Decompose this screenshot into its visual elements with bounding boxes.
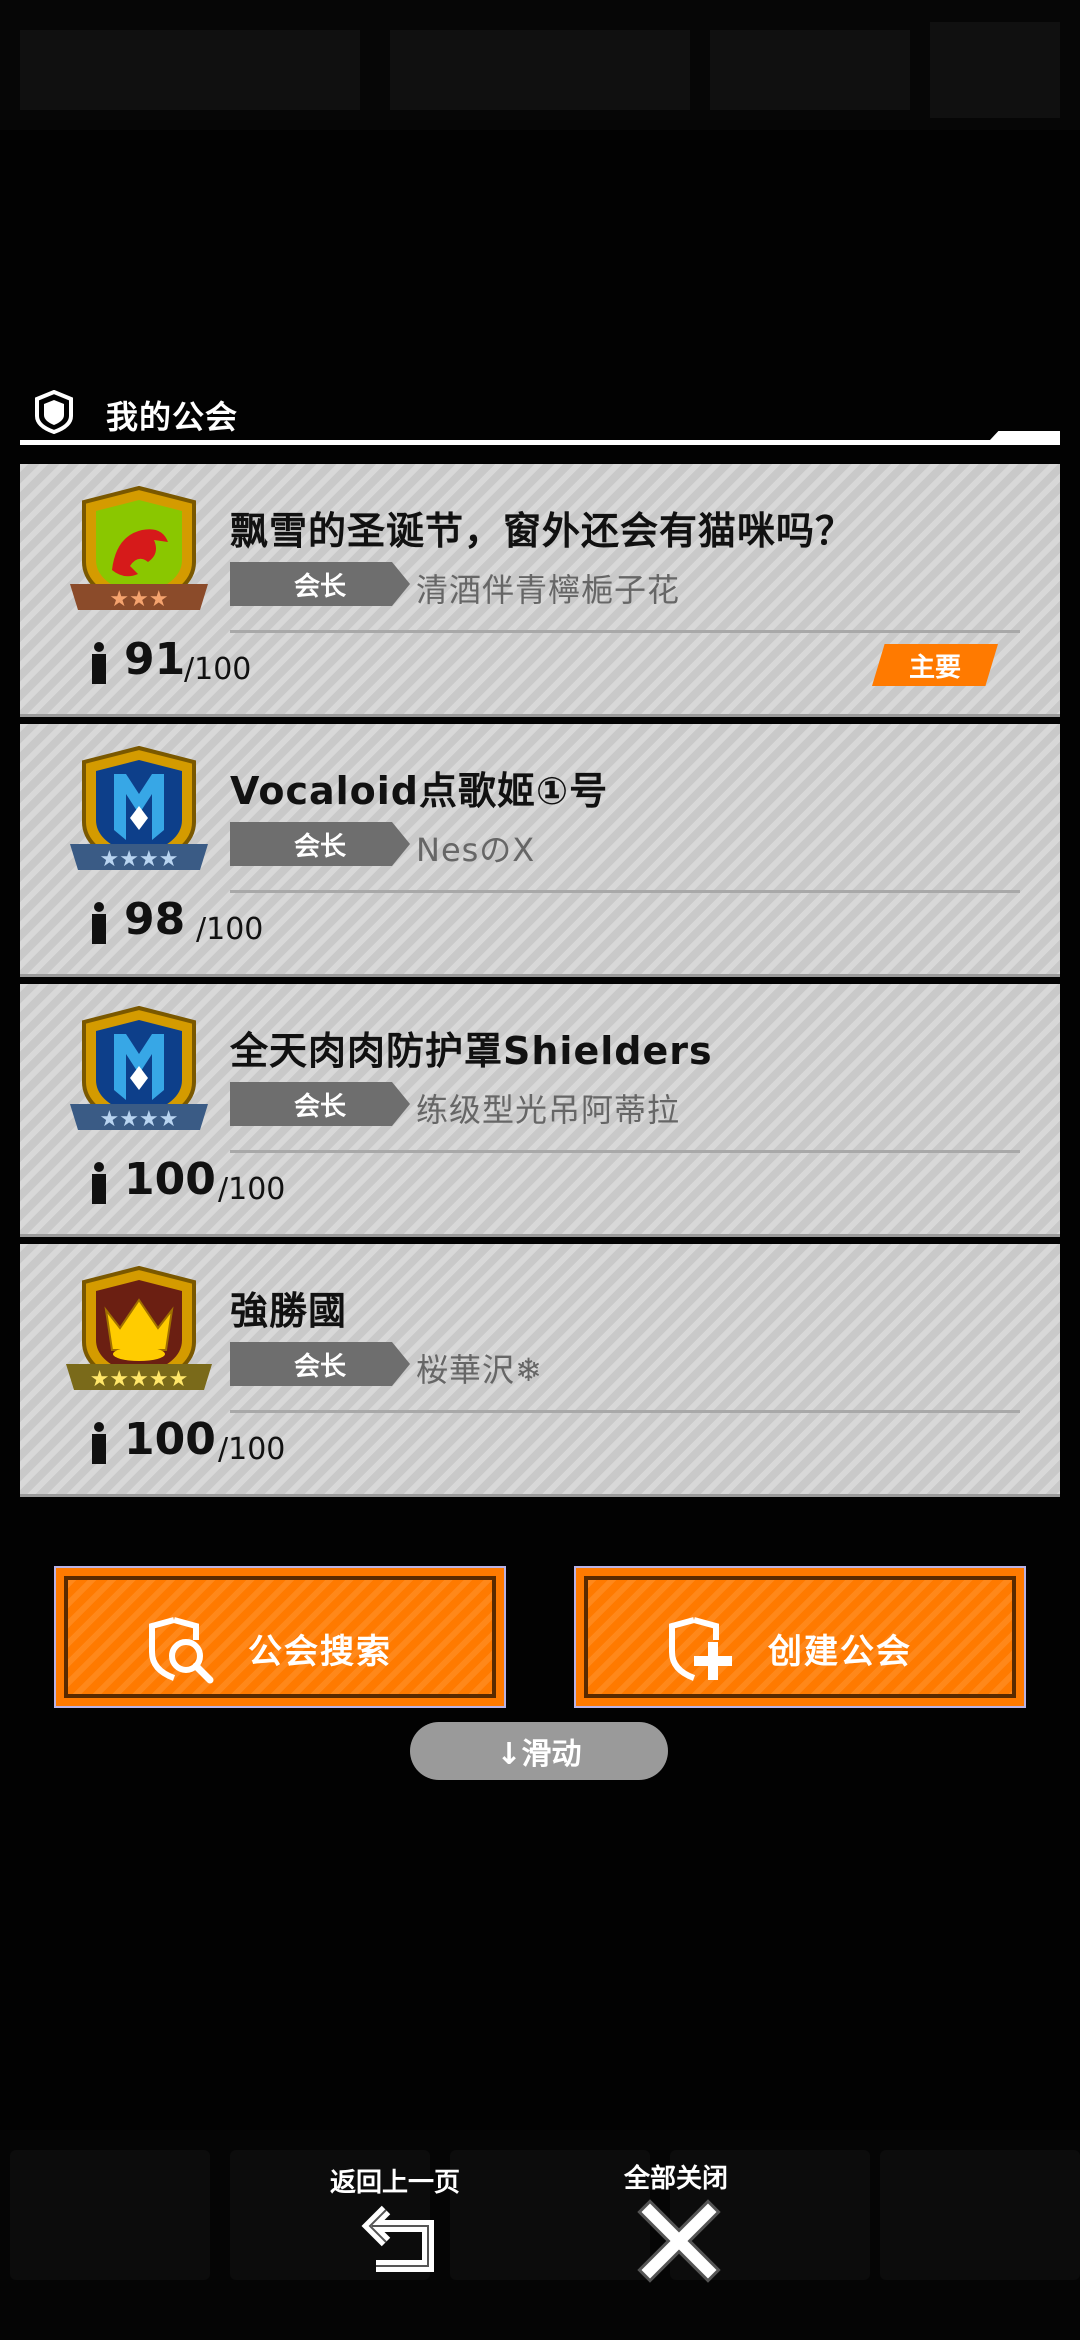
back-label: 返回上一页	[330, 2168, 461, 2198]
leader-name: 练级型光吊阿蒂拉	[416, 1091, 681, 1129]
crystal-emblem-icon: ★★★★	[70, 745, 208, 872]
person-icon	[92, 642, 106, 684]
header-underline	[20, 440, 1060, 445]
member-count: 98	[124, 894, 186, 945]
crystal-emblem-icon: ★★★★	[70, 1005, 208, 1132]
scroll-hint[interactable]: ↓滑动	[410, 1722, 668, 1780]
member-count: 100	[124, 1154, 216, 1205]
guild-card[interactable]: ★★★★ Vocaloid点歌姬①号 会长 NesのX 98 /100	[20, 724, 1060, 977]
guild-search-label: 公会搜索	[248, 1632, 392, 1672]
back-arrow-icon[interactable]	[356, 2196, 446, 2286]
guild-search-button[interactable]: 公会搜索	[54, 1566, 506, 1708]
card-divider	[230, 630, 1020, 633]
close-icon[interactable]	[634, 2196, 724, 2286]
leader-name: NesのX	[416, 831, 536, 869]
leader-tag: 会长	[230, 1082, 410, 1126]
shield-search-icon	[149, 1617, 214, 1684]
card-divider	[230, 1410, 1020, 1413]
guild-card[interactable]: ★★★★★ 強勝國 会长 桜華沢❄ 100 /100	[20, 1244, 1060, 1497]
shield-plus-icon	[669, 1617, 732, 1681]
svg-text:★★★★: ★★★★	[100, 1107, 179, 1132]
card-divider	[230, 890, 1020, 893]
guild-name: 飘雪的圣诞节，窗外还会有猫咪吗？	[230, 509, 855, 553]
member-max: /100	[184, 652, 252, 687]
leader-tag: 会长	[230, 822, 410, 866]
person-icon	[92, 902, 106, 944]
card-divider	[230, 1150, 1020, 1153]
guild-card[interactable]: ★★★★ 全天肉肉防护罩Shielders 会长 练级型光吊阿蒂拉 100 /1…	[20, 984, 1060, 1237]
dragon-emblem-icon: ★★★	[70, 485, 208, 612]
create-guild-button[interactable]: 创建公会	[574, 1566, 1026, 1708]
background-status-bar	[0, 0, 1080, 130]
guild-name: 強勝國	[230, 1289, 348, 1333]
svg-text:★★★★★: ★★★★★	[90, 1367, 189, 1392]
shield-icon	[35, 390, 73, 434]
crown-emblem-icon: ★★★★★	[66, 1265, 212, 1392]
person-icon	[92, 1422, 106, 1464]
guild-card[interactable]: ★★★ 飘雪的圣诞节，窗外还会有猫咪吗？ 会长 清酒伴青檸梔子花 91 /100…	[20, 464, 1060, 717]
guild-name: Vocaloid点歌姬①号	[230, 769, 609, 813]
leader-name: 桜華沢❄	[416, 1351, 543, 1389]
member-max: /100	[196, 912, 264, 947]
member-count: 91	[124, 634, 186, 685]
main-guild-badge: 主要	[872, 644, 998, 686]
create-guild-label: 创建公会	[768, 1632, 912, 1672]
section-title: 我的公会	[106, 398, 239, 436]
leader-tag: 会长	[230, 562, 410, 606]
person-icon	[92, 1162, 106, 1204]
svg-text:★★★: ★★★	[109, 587, 168, 612]
svg-text:★★★★: ★★★★	[100, 847, 179, 872]
guild-name: 全天肉肉防护罩Shielders	[230, 1029, 713, 1073]
header-underline-accent	[990, 431, 1060, 440]
member-max: /100	[218, 1432, 286, 1467]
leader-tag: 会长	[230, 1342, 410, 1386]
close-all-label: 全部关闭	[624, 2164, 729, 2194]
member-count: 100	[124, 1414, 216, 1465]
leader-name: 清酒伴青檸梔子花	[416, 571, 681, 609]
background-bottom-menu	[0, 2130, 1080, 2340]
member-max: /100	[218, 1172, 286, 1207]
